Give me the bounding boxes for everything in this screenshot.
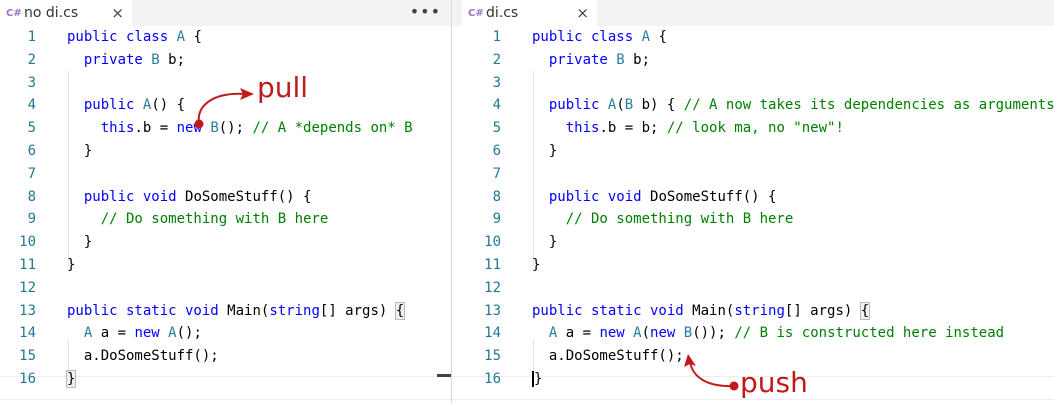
push-annotation: push [740, 366, 808, 399]
pull-annotation: pull [257, 71, 309, 104]
pull-arrow [194, 88, 254, 129]
annotation-arrows [194, 88, 739, 391]
push-arrow [684, 354, 739, 391]
